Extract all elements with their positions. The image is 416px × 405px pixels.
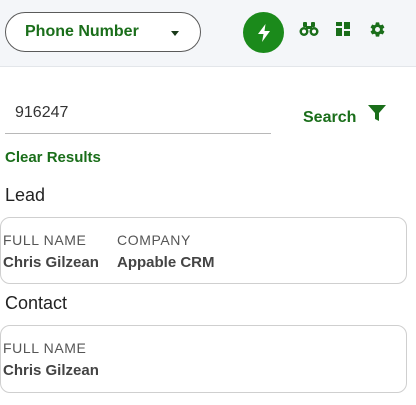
grid-icon: [336, 22, 350, 36]
caret-down-icon: [171, 31, 179, 36]
lead-section-title: Lead: [5, 185, 46, 205]
lead-card[interactable]: FULL NAME Chris Gilzean COMPANY Appable …: [0, 217, 407, 284]
lead-company: Appable CRM: [117, 254, 215, 271]
lead-full-name-field: FULL NAME Chris Gilzean: [3, 232, 99, 271]
grid-button[interactable]: [332, 18, 354, 40]
contact-section-title: Contact: [5, 293, 68, 313]
contact-full-name-field: FULL NAME Chris Gilzean: [3, 340, 99, 379]
quick-action-button[interactable]: [243, 12, 284, 53]
contact-full-name: Chris Gilzean: [3, 362, 99, 379]
binoculars-button[interactable]: [298, 18, 320, 40]
field-label: FULL NAME: [3, 232, 87, 248]
field-label: FULL NAME: [3, 340, 87, 356]
bolt-icon: [257, 23, 270, 42]
filter-icon[interactable]: [367, 104, 387, 122]
search-type-dropdown[interactable]: Phone Number: [5, 12, 201, 52]
lead-full-name: Chris Gilzean: [3, 254, 99, 271]
top-bar: Phone Number: [0, 0, 416, 67]
clear-results-link[interactable]: Clear Results: [5, 149, 101, 166]
contact-card[interactable]: FULL NAME Chris Gilzean: [0, 325, 407, 393]
search-button[interactable]: Search: [303, 109, 356, 127]
search-field: [5, 94, 271, 134]
lead-company-field: COMPANY Appable CRM: [117, 232, 215, 271]
gear-icon: [370, 21, 384, 37]
binoculars-icon: [299, 22, 319, 36]
settings-button[interactable]: [366, 18, 388, 40]
field-label: COMPANY: [117, 232, 191, 248]
search-input[interactable]: [5, 94, 271, 132]
search-type-label: Phone Number: [25, 23, 139, 40]
